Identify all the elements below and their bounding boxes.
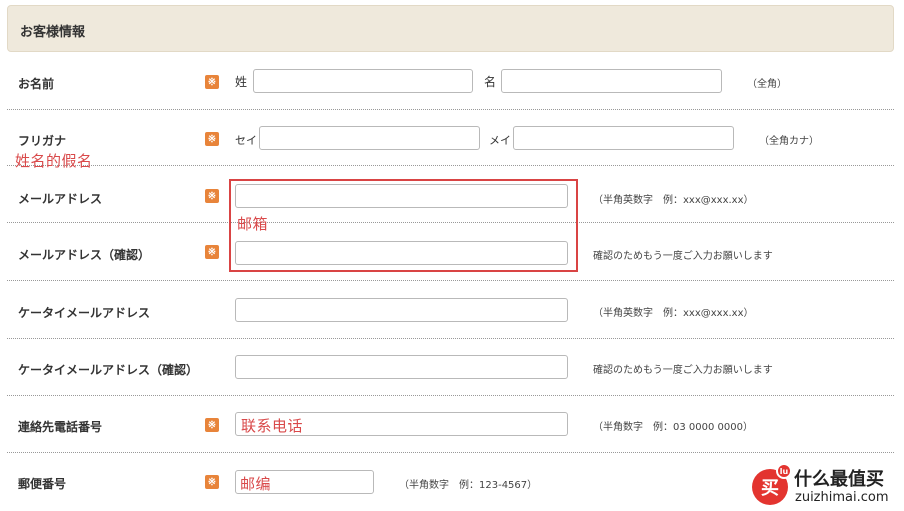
postal-hint: （半角数字 例：123-4567） xyxy=(399,480,538,491)
mobile-email-hint: （半角英数字 例：xxx@xxx.xx） xyxy=(593,308,754,319)
required-icon: ※ xyxy=(205,189,219,203)
mobile-email-confirm-input[interactable] xyxy=(235,355,568,379)
required-icon: ※ xyxy=(205,418,219,432)
mobile-email-label: ケータイメールアドレス xyxy=(18,306,151,320)
section-title: お客様情報 xyxy=(20,25,86,40)
sei-label: 姓 xyxy=(235,75,248,89)
required-icon: ※ xyxy=(205,245,219,259)
mobile-email-confirm-label: ケータイメールアドレス（確認） xyxy=(18,363,199,377)
phone-label: 連絡先電話番号 xyxy=(18,420,103,434)
required-icon: ※ xyxy=(205,75,219,89)
row-furigana: フリガナ ※ セイ メイ （全角カナ） xyxy=(7,110,894,166)
watermark-url: zuizhimai.com xyxy=(795,490,889,505)
annotation-postal: 邮编 xyxy=(240,475,272,493)
row-mobile-email-confirm: ケータイメールアドレス（確認） 確認のためもう一度ご入力お願いします xyxy=(7,339,894,396)
first-name-input[interactable] xyxy=(501,69,722,93)
watermark-title: 什么最值买 xyxy=(794,469,884,490)
required-icon: ※ xyxy=(205,475,219,489)
mei-label: 名 xyxy=(484,75,497,89)
email-label: メールアドレス xyxy=(18,192,103,206)
annotation-email-box xyxy=(229,179,578,272)
sei-kana-label: セイ xyxy=(235,134,257,147)
email-confirm-hint: 確認のためもう一度ご入力お願いします xyxy=(593,251,773,262)
row-phone: 連絡先電話番号 ※ （半角数字 例：03 0000 0000） xyxy=(7,396,894,453)
annotation-phone: 联系电话 xyxy=(241,417,304,435)
mei-kana-label: メイ xyxy=(489,134,511,147)
required-icon: ※ xyxy=(205,132,219,146)
watermark-logo-badge: lu xyxy=(776,463,792,479)
last-name-input[interactable] xyxy=(253,69,473,93)
mobile-email-confirm-hint: 確認のためもう一度ご入力お願いします xyxy=(593,365,773,376)
name-label: お名前 xyxy=(18,77,55,91)
email-hint: （半角英数字 例：xxx@xxx.xx） xyxy=(593,195,754,206)
email-confirm-label: メールアドレス（確認） xyxy=(18,248,151,262)
postal-label: 郵便番号 xyxy=(18,477,67,491)
furigana-label: フリガナ xyxy=(18,134,67,148)
row-mobile-email: ケータイメールアドレス （半角英数字 例：xxx@xxx.xx） xyxy=(7,281,894,339)
first-name-kana-input[interactable] xyxy=(513,126,734,150)
last-name-kana-input[interactable] xyxy=(259,126,480,150)
row-name: お名前 ※ 姓 名 （全角） xyxy=(7,55,894,110)
watermark: 买 lu 什么最值买 zuizhimai.com xyxy=(750,463,900,509)
name-hint: （全角） xyxy=(747,79,787,90)
mobile-email-input[interactable] xyxy=(235,298,568,322)
furigana-hint: （全角カナ） xyxy=(759,136,819,147)
phone-hint: （半角数字 例：03 0000 0000） xyxy=(593,422,753,433)
section-header: お客様情報 xyxy=(7,5,894,52)
